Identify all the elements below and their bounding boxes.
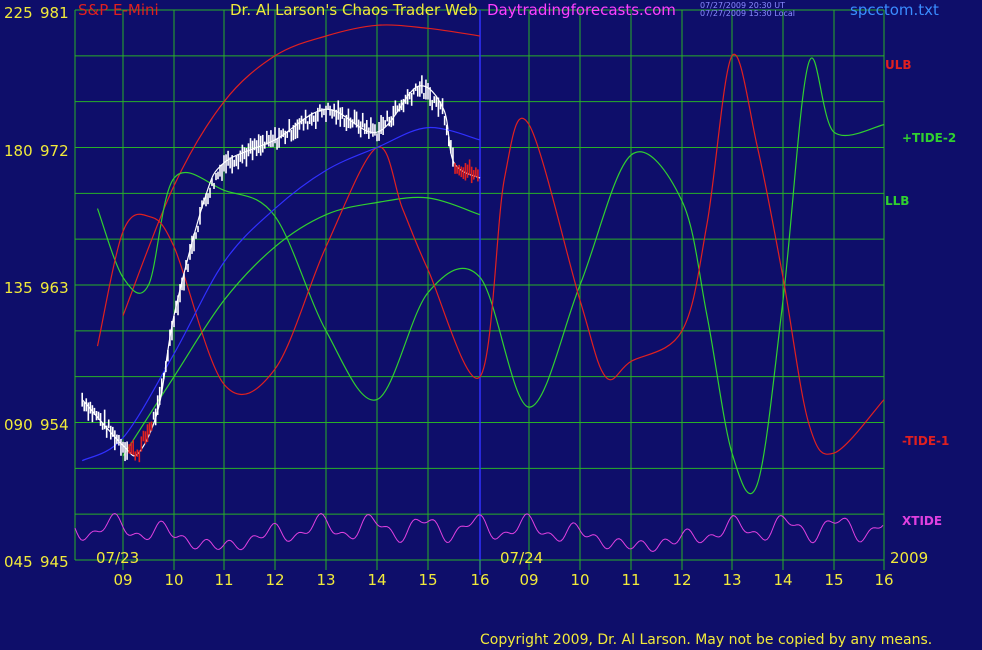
year-label: 2009 xyxy=(890,549,929,567)
x-tick-label: 09 xyxy=(519,571,539,589)
x-tick-label: 15 xyxy=(824,571,844,589)
y-right-972: 972 xyxy=(40,142,69,160)
x-tick-label: 14 xyxy=(367,571,387,589)
copyright: Copyright 2009, Dr. Al Larson. May not b… xyxy=(480,632,933,648)
x-tick-label: 12 xyxy=(265,571,285,589)
x-tick-label: 13 xyxy=(722,571,742,589)
y-right-945: 945 xyxy=(40,553,69,571)
x-tick-label: 12 xyxy=(672,571,692,589)
label-ulb: ULB xyxy=(885,58,912,72)
x-tick-label: 15 xyxy=(418,571,438,589)
series-line-xtide xyxy=(74,512,884,553)
x-tick-label: 09 xyxy=(113,571,133,589)
date-label-1: 07/23 xyxy=(96,549,140,567)
y-left-135: 135 xyxy=(4,279,33,297)
label-llb: LLB xyxy=(885,194,910,208)
y-left-225: 225 xyxy=(4,4,33,22)
x-tick-label: 14 xyxy=(773,571,793,589)
y-left-180: 180 xyxy=(4,142,33,160)
series-line xyxy=(96,53,885,455)
site-link[interactable]: Daytradingforecasts.com xyxy=(487,0,676,20)
x-tick-label: 11 xyxy=(621,571,641,589)
chart-title: Dr. Al Larson's Chaos Trader Web xyxy=(230,1,478,19)
y-right-981: 981 xyxy=(40,4,69,22)
x-tick-label: 16 xyxy=(470,571,490,589)
chart-canvas xyxy=(74,9,885,575)
x-tick-label: 16 xyxy=(874,571,894,589)
series-line xyxy=(81,85,481,457)
data-file: spcctom.txt xyxy=(850,1,939,19)
y-left-090: 090 xyxy=(4,416,33,434)
y-left-045: 045 xyxy=(4,553,33,571)
chart-grid xyxy=(74,9,885,575)
y-right-954: 954 xyxy=(40,416,69,434)
label-xtide: XTIDE xyxy=(902,514,943,528)
timestamp-local: 07/27/2009 15:30 Local xyxy=(700,9,795,18)
price-bars xyxy=(81,75,479,463)
label-tide2: +TIDE-2 xyxy=(902,131,957,145)
x-tick-label: 10 xyxy=(164,571,184,589)
x-tick-label: 11 xyxy=(214,571,234,589)
x-tick-label: 13 xyxy=(316,571,336,589)
x-tick-label: 10 xyxy=(570,571,590,589)
series-line-ma xyxy=(81,126,481,462)
series-line xyxy=(122,196,481,457)
instrument-title: S&P E-Mini xyxy=(78,1,159,19)
y-right-963: 963 xyxy=(40,279,69,297)
label-tide1: -TIDE-1 xyxy=(902,434,950,448)
date-label-2: 07/24 xyxy=(500,549,544,567)
